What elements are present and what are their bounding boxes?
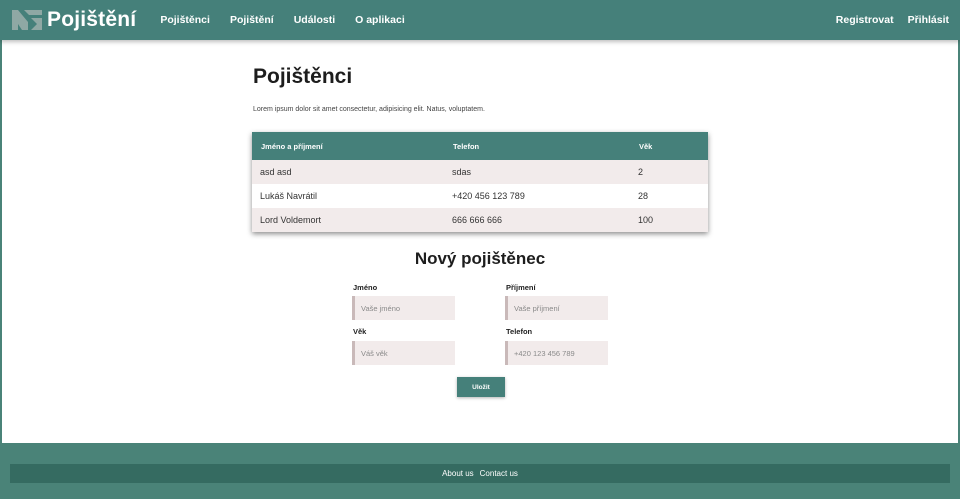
nav-link-pojisteni[interactable]: Pojištění <box>230 14 274 26</box>
page-title: Pojištěnci <box>253 65 353 88</box>
cell-phone: sdas <box>452 167 472 177</box>
phone-input[interactable] <box>505 341 608 365</box>
register-link[interactable]: Registrovat <box>836 14 894 26</box>
table-row[interactable]: Lukáš Navrátil +420 456 123 789 28 <box>252 184 708 208</box>
first-name-label: Jméno <box>353 283 378 292</box>
brand-name: Pojištění <box>47 8 137 31</box>
table-row[interactable]: asd asd sdas 2 <box>252 160 708 184</box>
cell-phone: 666 666 666 <box>452 215 503 225</box>
cell-phone: +420 456 123 789 <box>452 191 525 201</box>
login-link[interactable]: Přihlásit <box>908 14 949 26</box>
first-name-input[interactable] <box>352 296 455 320</box>
cell-age: 100 <box>638 215 654 225</box>
cell-age: 2 <box>638 167 644 177</box>
column-header-age: Věk <box>639 141 653 151</box>
auth-nav: Registrovat Přihlásit <box>829 14 956 26</box>
save-button[interactable]: Uložit <box>457 377 505 397</box>
brand[interactable]: Pojištění <box>12 8 136 32</box>
footer-link-contact[interactable]: Contact us <box>480 469 518 478</box>
cell-name: Lukáš Navrátil <box>260 191 318 201</box>
table-header: Jméno a příjmení Telefon Věk <box>252 132 708 160</box>
nav-link-o-aplikaci[interactable]: O aplikaci <box>355 14 405 26</box>
column-header-name: Jméno a příjmení <box>261 141 323 151</box>
table-row[interactable]: Lord Voldemort 666 666 666 100 <box>252 208 708 232</box>
last-name-label: Příjmení <box>506 283 536 292</box>
footer-link-about[interactable]: About us <box>442 469 474 478</box>
nav-link-udalosti[interactable]: Události <box>294 14 335 26</box>
main-panel: Pojištěnci Lorem ipsum dolor sit amet co… <box>2 40 958 443</box>
phone-label: Telefon <box>506 327 533 336</box>
last-name-input[interactable] <box>505 296 608 320</box>
age-label: Věk <box>353 327 367 336</box>
page-lead: Lorem ipsum dolor sit amet consectetur, … <box>253 106 485 113</box>
nav-link-pojistenci[interactable]: Pojištěnci <box>160 14 210 26</box>
footer-bar: About us Contact us <box>10 464 950 483</box>
cell-name: asd asd <box>260 167 292 177</box>
insured-table: Jméno a příjmení Telefon Věk asd asd sda… <box>252 132 708 232</box>
brand-logo-icon <box>12 10 42 30</box>
form-title: Nový pojištěnec <box>414 249 546 268</box>
navbar: Pojištění Pojištěnci Pojištění Události … <box>0 0 960 40</box>
main-nav: Pojištěnci Pojištění Události O aplikaci <box>150 14 414 26</box>
column-header-phone: Telefon <box>453 141 480 151</box>
age-input[interactable] <box>352 341 455 365</box>
cell-name: Lord Voldemort <box>260 215 322 225</box>
cell-age: 28 <box>638 191 649 201</box>
